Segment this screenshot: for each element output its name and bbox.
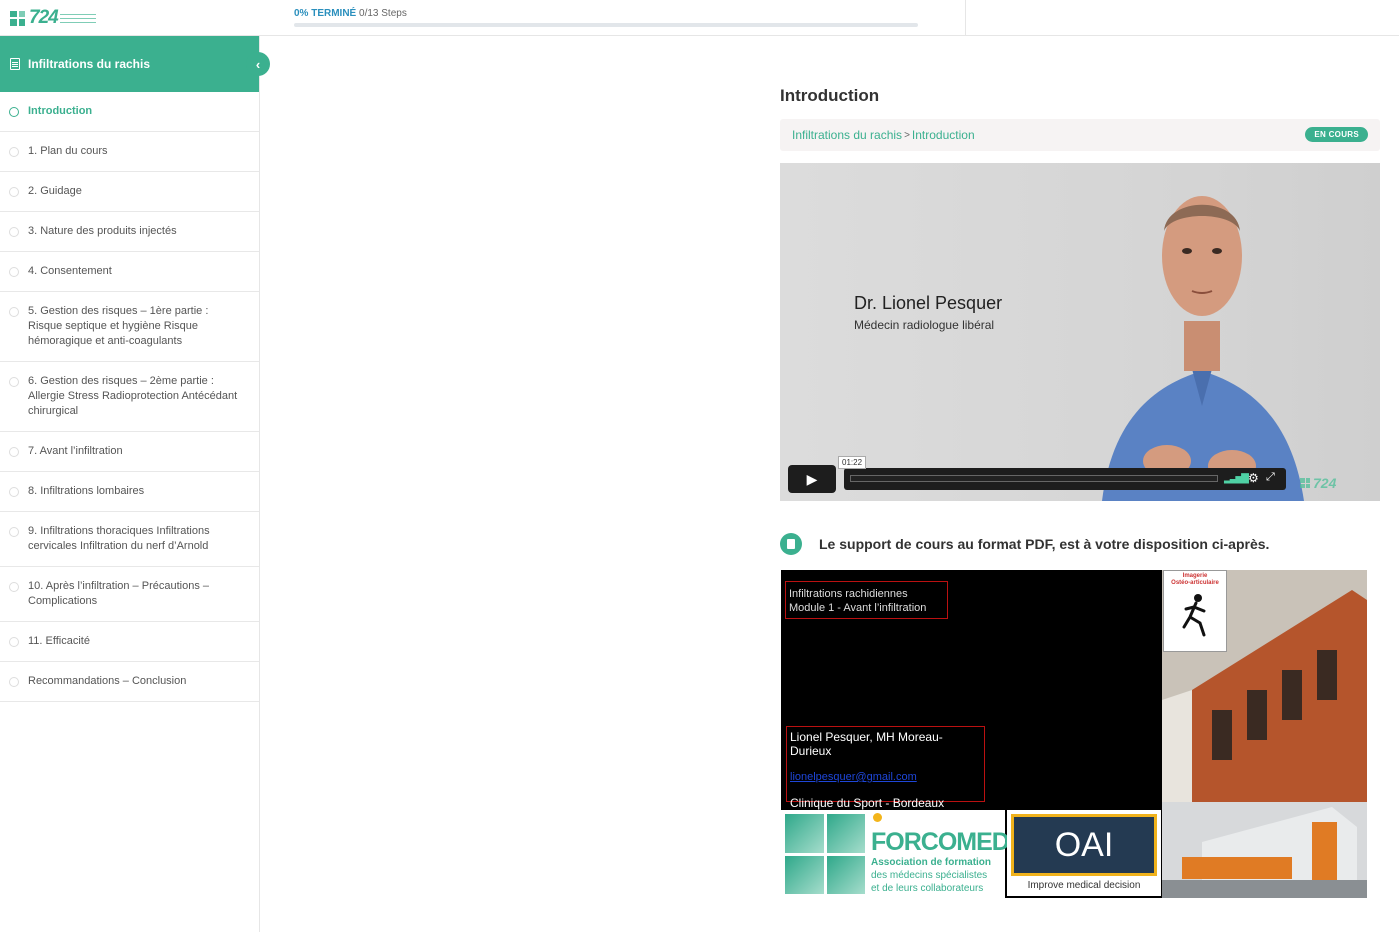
sidebar-item-apres[interactable]: 10. Après l’infiltration – Précautions –… — [0, 567, 259, 622]
clinic-building-image-2 — [1162, 802, 1367, 898]
status-circle-icon — [9, 636, 19, 647]
pdf-slide-preview[interactable]: Imagerie Ostéo-articulaire Infiltrations… — [781, 570, 1367, 898]
presenter-figure — [1102, 196, 1304, 501]
status-circle-icon — [9, 377, 19, 387]
progress-percent: 0% TERMINÉ — [294, 8, 357, 19]
slide-title: Infiltrations rachidiennes Module 1 - Av… — [785, 581, 948, 619]
collapse-sidebar-button[interactable]: ‹ — [246, 52, 270, 76]
speaker-role: Médecin radiologue libéral — [854, 318, 995, 332]
seek-bar[interactable] — [850, 475, 1218, 482]
video-controls: ▶ 01:22 ▂▃▅▇ ⚙ ⤢ — [788, 456, 1290, 493]
status-circle-icon — [9, 106, 19, 117]
sidebar-item-nature[interactable]: 3. Nature des produits injectés — [0, 212, 259, 252]
document-icon — [10, 58, 20, 70]
speaker-name: Dr. Lionel Pesquer — [854, 293, 1003, 313]
lesson-content: Introduction Infiltrations du rachis > I… — [780, 86, 1380, 151]
forcomed-logo: FORCOMED Association de formation des mé… — [781, 810, 1010, 898]
status-circle-icon — [9, 146, 19, 157]
status-circle-icon — [9, 226, 19, 237]
video-timeline[interactable]: 01:22 ▂▃▅▇ ⚙ ⤢ — [838, 456, 1286, 490]
status-circle-icon — [9, 486, 19, 497]
status-circle-icon — [9, 186, 19, 197]
status-circle-icon — [9, 307, 19, 317]
sidebar-item-plan[interactable]: 1. Plan du cours — [0, 132, 259, 172]
course-progress: 0% TERMINÉ 0/13 Steps — [294, 8, 918, 27]
forcomed-grid-icon — [785, 814, 865, 894]
sidebar-item-efficacite[interactable]: 11. Efficacité — [0, 622, 259, 662]
top-bar: 724 0% TERMINÉ 0/13 Steps — [0, 0, 1399, 36]
play-button[interactable]: ▶ — [788, 465, 836, 493]
logo-text: 724 — [29, 7, 59, 28]
status-badge: EN COURS — [1305, 127, 1368, 142]
slide-authors: Lionel Pesquer, MH Moreau-Durieux lionel… — [786, 726, 985, 810]
pdf-notice: Le support de cours au format PDF, est à… — [780, 532, 1380, 556]
status-circle-icon — [9, 446, 19, 457]
sidebar-item-risques-2[interactable]: 6. Gestion des risques – 2ème partie : A… — [0, 362, 259, 432]
imagerie-logo: Imagerie Ostéo-articulaire — [1163, 570, 1227, 652]
sidebar-course-title: Infiltrations du rachis — [28, 57, 151, 71]
logo-grid-icon — [10, 10, 25, 26]
sidebar-header[interactable]: Infiltrations du rachis ‹ — [0, 36, 270, 92]
sidebar-item-guidage[interactable]: 2. Guidage — [0, 172, 259, 212]
sidebar-item-avant[interactable]: 7. Avant l’infiltration — [0, 432, 259, 472]
video-time: 01:22 — [838, 456, 867, 469]
author-email-link[interactable]: lionelpesquer@gmail.com — [790, 771, 984, 783]
breadcrumb-separator: > — [904, 129, 910, 141]
breadcrumb-course-link[interactable]: Infiltrations du rachis — [792, 128, 902, 142]
status-circle-icon — [9, 266, 19, 277]
progress-bar — [294, 23, 918, 27]
settings-gear-icon[interactable]: ⚙ — [1248, 471, 1259, 485]
sidebar-item-introduction[interactable]: Introduction — [0, 92, 259, 132]
pdf-document-icon — [780, 533, 802, 555]
volume-icon[interactable]: ▂▃▅▇ — [1224, 473, 1249, 484]
sidebar-item-consentement[interactable]: 4. Consentement — [0, 252, 259, 292]
status-circle-icon — [9, 676, 19, 687]
header-divider — [965, 0, 966, 36]
sidebar-item-lombaires[interactable]: 8. Infiltrations lombaires — [0, 472, 259, 512]
status-circle-icon — [9, 527, 19, 537]
lesson-list: Introduction 1. Plan du cours 2. Guidage… — [0, 92, 259, 702]
sidebar-item-thoraciques[interactable]: 9. Infiltrations thoraciques Infiltratio… — [0, 512, 259, 567]
sidebar-item-conclusion[interactable]: Recommandations – Conclusion — [0, 662, 259, 702]
runner-icon — [1182, 594, 1206, 637]
pdf-notice-text: Le support de cours au format PDF, est à… — [819, 536, 1270, 552]
breadcrumb: Infiltrations du rachis > Introduction E… — [780, 119, 1380, 151]
video-watermark: 724 — [1300, 475, 1336, 491]
status-circle-icon — [9, 582, 19, 592]
oai-logo: OAI Improve medical decision — [1007, 810, 1161, 896]
page-title: Introduction — [780, 86, 880, 105]
video-player[interactable]: Dr. Lionel Pesquer Médecin radiologue li… — [780, 163, 1380, 501]
breadcrumb-current[interactable]: Introduction — [912, 128, 975, 142]
logo-grid-icon — [1300, 478, 1310, 488]
fullscreen-icon[interactable]: ⤢ — [1266, 471, 1275, 484]
brand-logo[interactable]: 724 — [10, 7, 96, 29]
progress-steps: 0/13 Steps — [359, 8, 407, 19]
sidebar-item-risques-1[interactable]: 5. Gestion des risques – 1ère partie : R… — [0, 292, 259, 362]
course-sidebar: Infiltrations du rachis ‹ Introduction 1… — [0, 36, 270, 932]
